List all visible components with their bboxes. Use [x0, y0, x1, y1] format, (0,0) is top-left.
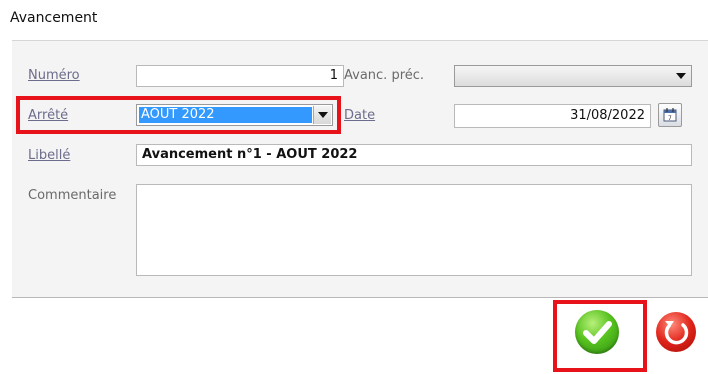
window-title: Avancement — [10, 10, 98, 26]
date-field[interactable]: 31/08/2022 — [454, 104, 651, 128]
cancel-icon — [664, 321, 689, 345]
check-icon — [583, 321, 612, 344]
calendar-button[interactable]: 7 — [658, 103, 682, 127]
date-label: Date — [344, 108, 376, 123]
avanc-prec-label: Avanc. préc. — [344, 68, 425, 83]
libelle-field[interactable]: Avancement n°1 - AOUT 2022 — [136, 144, 692, 166]
numero-label: Numéro — [28, 68, 80, 83]
avanc-prec-dropdown[interactable] — [454, 65, 692, 87]
form-panel: Numéro 1 Avanc. préc. Arrêté AOUT 2022 D… — [12, 40, 708, 298]
commentaire-textarea[interactable] — [136, 184, 692, 276]
validate-button[interactable] — [575, 310, 619, 354]
arrete-highlight-box — [16, 96, 341, 134]
libelle-label: Libellé — [28, 148, 71, 163]
commentaire-label: Commentaire — [28, 188, 117, 203]
calendar-icon: 7 — [663, 108, 677, 122]
chevron-down-icon — [676, 73, 686, 79]
cancel-button[interactable] — [656, 312, 696, 352]
svg-text:7: 7 — [668, 115, 672, 122]
numero-field[interactable]: 1 — [136, 65, 344, 87]
